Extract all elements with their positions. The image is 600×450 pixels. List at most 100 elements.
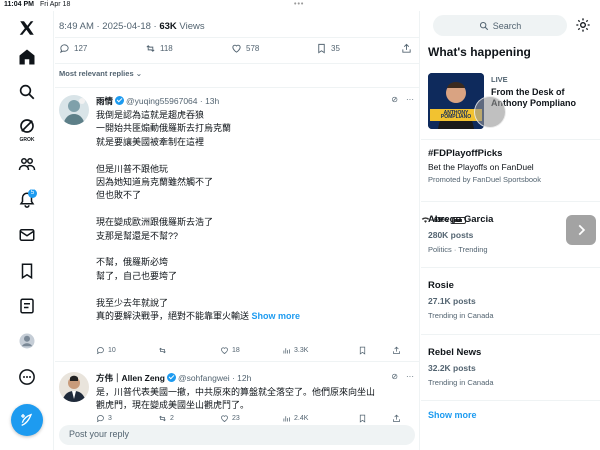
avatar[interactable] <box>59 372 89 402</box>
avatar[interactable] <box>59 95 89 125</box>
reply-sort-dropdown[interactable]: Most relevant replies ⌄ <box>59 69 142 78</box>
left-nav: GROK 5 <box>0 11 54 450</box>
bookmark-action[interactable] <box>358 414 367 423</box>
trend-description: Bet the Playoffs on FanDuel <box>428 162 534 172</box>
repost-icon <box>159 415 166 422</box>
share-action[interactable] <box>401 43 412 54</box>
author-name[interactable]: 方伟｜Allen Zeng <box>96 373 165 383</box>
repost-count: 118 <box>160 44 173 53</box>
divider <box>55 63 420 64</box>
reply-line: 但是川普不跟他玩 <box>96 163 169 174</box>
trend-category: Trending in Canada <box>428 311 494 320</box>
grok-label: GROK <box>19 137 35 143</box>
notifications-badge: 5 <box>28 189 37 198</box>
trend-item[interactable]: #FDPlayoffPicks Bet the Playoffs on FanD… <box>428 148 593 184</box>
trend-post-count: 27.1K posts <box>428 296 476 306</box>
trend-promoted: Promoted by FanDuel Sportsbook <box>428 175 541 184</box>
reply-line: 不幫，俄羅斯必垮 <box>96 257 169 268</box>
like-action[interactable]: 578 <box>231 43 259 54</box>
tweet-timestamp: 8:49 AM · 2025-04-18 · <box>59 21 160 32</box>
reply-line: 是，川普代表美國一撤，中共原來的算盤就全落空了。他們原來向坐山 <box>96 387 376 397</box>
reply-bubble-icon <box>96 347 104 355</box>
like-count: 578 <box>246 44 260 53</box>
views-action[interactable]: 3.3K <box>282 346 308 355</box>
share-icon <box>402 43 411 53</box>
sort-label: Most relevant replies <box>59 69 134 78</box>
communities-icon[interactable] <box>16 153 38 175</box>
bookmark-action[interactable] <box>358 346 367 355</box>
author-handle[interactable]: @yuqing55967064 · 13h <box>126 96 219 106</box>
like-action[interactable]: 18 <box>220 346 240 355</box>
views-count: 63K <box>159 21 177 32</box>
touch-cursor <box>474 96 506 128</box>
share-action[interactable] <box>392 346 401 355</box>
reply-action[interactable]: 10 <box>96 346 116 355</box>
reply-line: 幫了，自己也要垮了 <box>96 270 178 281</box>
views-action[interactable]: 2.4K <box>282 414 308 423</box>
reply-item[interactable]: 方伟｜Allen Zeng @sohfangwei · 12h ⊘ ··· 是，川… <box>55 362 420 418</box>
reply-last-line: 真的要解決戰爭，絕對不能靠軍火輸送 Show more <box>96 310 300 323</box>
status-bar: 11:04 PM Fri Apr 18 ••• 69% <box>0 0 600 224</box>
home-icon[interactable] <box>16 46 38 68</box>
search-input[interactable]: Search <box>433 15 567 36</box>
divider <box>421 201 600 202</box>
more-options-icon[interactable] <box>16 366 38 388</box>
bookmark-action[interactable]: 35 <box>316 43 340 54</box>
search-placeholder: Search <box>492 20 522 31</box>
share-action[interactable] <box>392 414 401 423</box>
multitasking-dots[interactable]: ••• <box>294 1 304 8</box>
compose-post-button[interactable] <box>11 404 43 436</box>
show-more-trends-link[interactable]: Show more <box>428 410 477 420</box>
explore-search-icon[interactable] <box>16 81 38 103</box>
settings-gear-icon[interactable] <box>575 17 591 33</box>
reply-action-bar: 10 18 3.3K <box>96 346 406 358</box>
bookmark-icon <box>359 346 366 355</box>
reply-line: 就是要讓美國被牽制在這裡 <box>96 136 205 147</box>
views-count: 3.3K <box>294 347 309 354</box>
views-bars-icon <box>283 416 290 422</box>
divider <box>55 37 420 38</box>
search-icon <box>479 21 488 30</box>
repost-action[interactable]: 118 <box>145 43 173 54</box>
bookmark-icon <box>318 43 325 54</box>
trend-item[interactable]: Rosie 27.1K posts Trending in Canada <box>428 280 593 320</box>
tweet-action-bar: 127 118 578 35 <box>59 43 411 57</box>
live-title[interactable]: From the Desk of Anthony Pompliano <box>491 87 595 109</box>
chevron-down-icon: ⌄ <box>135 69 143 78</box>
grok-icon[interactable] <box>16 115 38 137</box>
reply-line: 一開始共匪煽動俄羅斯去打烏克蘭 <box>96 123 232 134</box>
profile-avatar-icon[interactable] <box>16 330 38 352</box>
more-menu-icon[interactable]: ··· <box>406 372 414 381</box>
trend-item[interactable]: Rebel News 32.2K posts Trending in Canad… <box>428 347 593 387</box>
show-more-link[interactable]: Show more <box>252 311 301 321</box>
author-name[interactable]: 雨情 <box>96 96 113 106</box>
messages-envelope-icon[interactable] <box>16 224 38 246</box>
reply-tools: ⊘ ··· <box>391 95 414 104</box>
whats-happening-heading: What's happening <box>428 45 531 59</box>
like-action[interactable]: 23 <box>220 414 240 423</box>
reply-count: 3 <box>108 415 112 422</box>
heart-icon <box>232 44 241 53</box>
chevron-right-icon <box>578 224 586 236</box>
divider <box>421 334 600 335</box>
repost-action[interactable]: 2 <box>158 414 174 423</box>
post-reply-input[interactable]: Post your reply <box>59 425 415 445</box>
x-logo-icon[interactable] <box>16 17 38 39</box>
bookmarks-icon[interactable] <box>16 260 38 282</box>
reply-action[interactable]: 3 <box>96 414 112 423</box>
reply-item[interactable]: 雨情 @yuqing55967064 · 13h ⊘ ··· 我倒是認為這就是趨虎… <box>55 95 420 357</box>
repost-action[interactable] <box>158 346 170 355</box>
grok-explain-icon[interactable]: ⊘ <box>391 95 398 104</box>
trend-title: Rosie <box>428 280 454 291</box>
grok-explain-icon[interactable]: ⊘ <box>391 372 398 381</box>
next-arrow-button[interactable] <box>566 215 596 245</box>
main-timeline: 8:49 AM · 2025-04-18 · 63K Views 127 118… <box>55 11 420 450</box>
reply-line: 我倒是認為這就是趨虎吞狼 <box>96 110 205 120</box>
reply-line: 我至少去年就說了 <box>96 297 169 308</box>
author-handle[interactable]: @sohfangwei · 12h <box>178 373 251 383</box>
reply-bubble-icon <box>59 44 69 54</box>
like-count: 23 <box>232 415 240 422</box>
reply-action[interactable]: 127 <box>59 43 87 54</box>
lists-icon[interactable] <box>16 295 38 317</box>
more-menu-icon[interactable]: ··· <box>406 95 414 104</box>
